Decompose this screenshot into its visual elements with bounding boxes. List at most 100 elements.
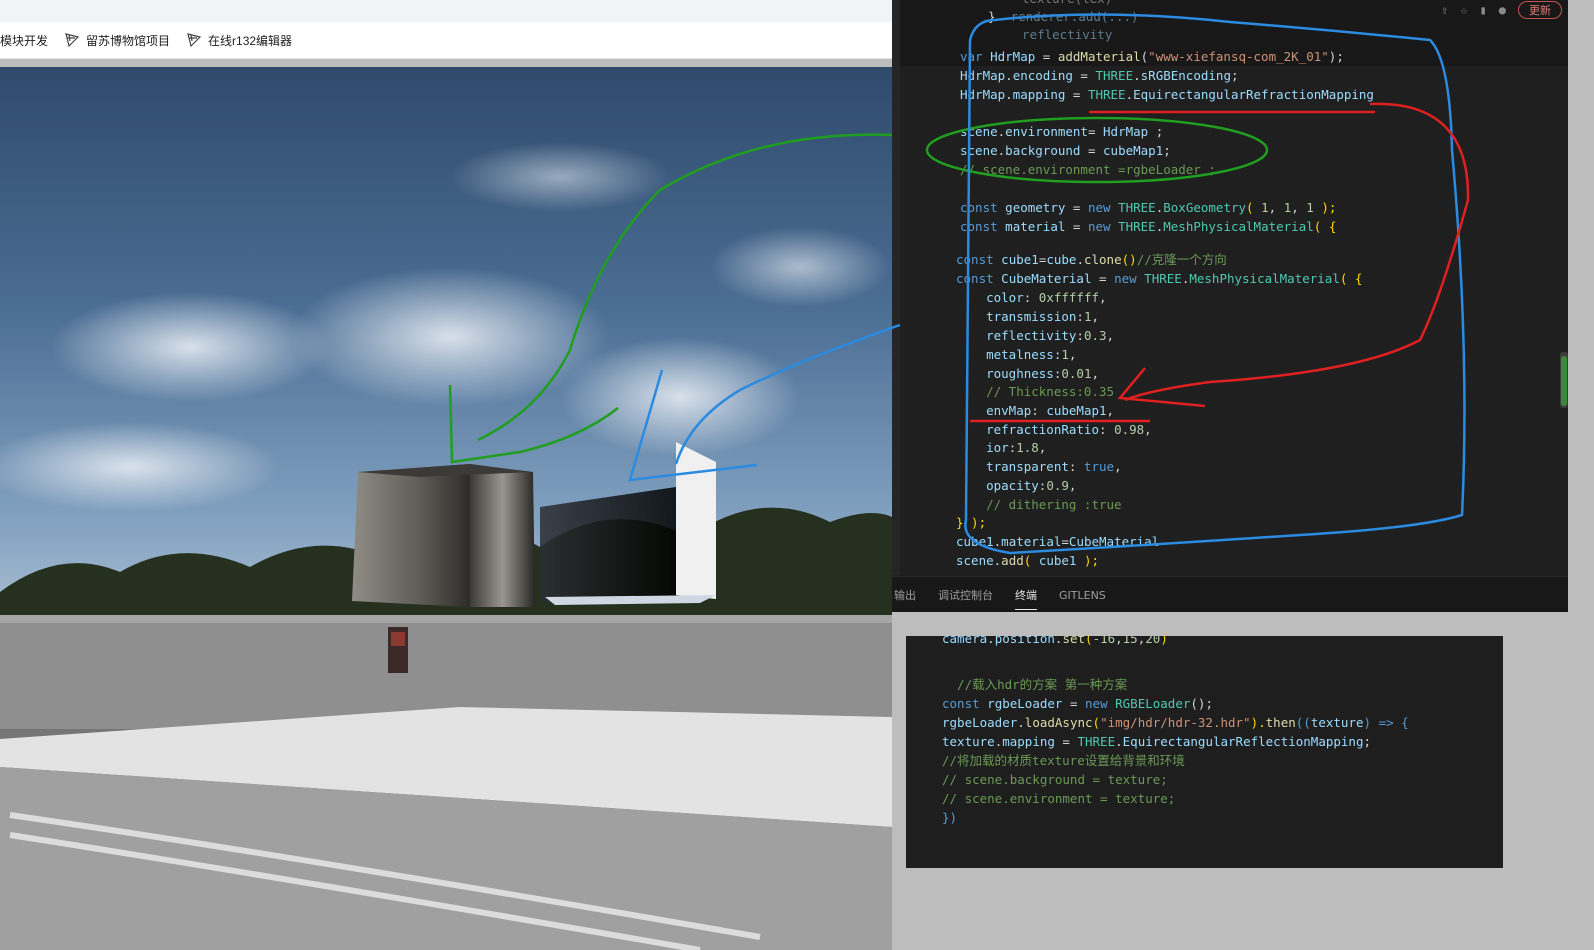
threejs-viewport[interactable]	[0, 67, 892, 950]
code-token: ((	[1295, 715, 1311, 730]
code-token: :	[1076, 328, 1084, 343]
code-token: 1.8	[1016, 440, 1039, 455]
code-token: cube	[1046, 252, 1077, 267]
code-token: =>	[1378, 715, 1394, 730]
code-token: ,	[1038, 440, 1047, 455]
code-token: =	[1035, 49, 1058, 64]
code-token: ;	[1163, 143, 1171, 158]
code-token: set	[1062, 636, 1086, 646]
code-token: reflectivity	[956, 328, 1077, 343]
share-icon[interactable]: ⇪	[1441, 3, 1448, 17]
code-token: ,	[1268, 200, 1284, 215]
code-token: ,	[1115, 636, 1123, 646]
code-token: HdrMap	[960, 68, 1006, 83]
tab-output[interactable]: 输出	[894, 581, 916, 609]
code-token: envMap	[956, 403, 1032, 418]
code-token: const	[942, 696, 980, 711]
code-token: );	[1328, 49, 1344, 64]
code-token: =	[1087, 124, 1104, 139]
code-token: var	[960, 49, 983, 64]
code-token: {	[1393, 715, 1409, 730]
code-token: =	[1080, 143, 1104, 158]
code-line: })	[942, 809, 957, 828]
code-line: const rgbeLoader = new RGBELoader();	[942, 695, 1213, 714]
update-button[interactable]: 更新	[1518, 1, 1562, 19]
code-token: cubeMap1	[1046, 403, 1107, 418]
code-line: texture.mapping = THREE.EquirectangularR…	[942, 733, 1371, 752]
code-token: background	[1005, 143, 1081, 158]
code-token: :	[1076, 309, 1084, 324]
tab-gitlens[interactable]: GITLENS	[1059, 583, 1106, 608]
code-line: reflectivity:0.3,	[956, 327, 1114, 346]
code-token: // scene.environment = texture;	[942, 791, 1176, 806]
code-line: // scene.background = texture;	[942, 771, 1168, 790]
code-line: // Thickness:0.35	[956, 383, 1114, 402]
bookmark-label: 留苏博物馆项目	[86, 33, 171, 48]
code-token: sRGBEncoding	[1140, 68, 1231, 83]
code-line: scene.add( cube1 );	[956, 552, 1099, 571]
code-token: .	[1005, 87, 1013, 102]
code-token: })	[942, 810, 958, 825]
bookmark-r132-editor[interactable]: 在线r132编辑器	[186, 32, 292, 49]
code-token: geometry	[1005, 200, 1066, 215]
code-line: camera.position.set(-16,15,20)	[942, 636, 1168, 649]
code-token: new	[1114, 271, 1137, 286]
scrollbar-thumb[interactable]	[1561, 356, 1567, 406]
code-token: 0.01	[1061, 366, 1092, 381]
code-line: HdrMap.encoding = THREE.sRGBEncoding;	[960, 67, 1239, 86]
code-token: =	[1065, 87, 1088, 102]
code-token: .	[1076, 252, 1084, 267]
bookmark-label: 在线r132编辑器	[208, 33, 293, 48]
threejs-logo-icon	[65, 33, 80, 48]
code-token: const	[956, 252, 994, 267]
code-token: const	[960, 219, 998, 234]
code-token: =	[1061, 534, 1069, 549]
code-token: refractionRatio	[956, 422, 1099, 437]
editor-gutter	[892, 0, 900, 575]
code-token: 0xffffff	[1038, 290, 1100, 305]
code-token: new	[1087, 200, 1111, 215]
code-token: then	[1265, 715, 1296, 730]
code-token: (	[1092, 715, 1101, 730]
code-token: texture	[1310, 715, 1364, 730]
account-icon[interactable]: ●	[1499, 3, 1506, 17]
code-token: ,	[1144, 422, 1152, 437]
code-token: // scene.background = texture;	[942, 772, 1168, 787]
code-line: } );	[956, 514, 986, 533]
code-token: rgbeLoader	[942, 715, 1018, 730]
code-token: .	[1115, 734, 1123, 749]
code-token: THREE	[1087, 87, 1126, 102]
code-token: transparent	[956, 459, 1069, 474]
code-token: HdrMap	[960, 87, 1006, 102]
code-token: 0.3	[1083, 328, 1107, 343]
code-token: 0.98	[1114, 422, 1145, 437]
code-token: transmission	[956, 309, 1077, 324]
code-token: :	[1099, 422, 1115, 437]
sidebar-toggle-icon[interactable]: ▮	[1480, 3, 1487, 17]
bookmark-museum-project[interactable]: 留苏博物馆项目	[64, 32, 170, 49]
code-token: ,	[1068, 478, 1077, 493]
code-token: ( {	[1339, 271, 1363, 286]
code-line: scene.environment= HdrMap ;	[960, 123, 1163, 142]
code-token: ,	[1106, 328, 1115, 343]
code-token: const	[960, 200, 998, 215]
code-token: );	[1076, 553, 1100, 568]
tab-debug-console[interactable]: 调试控制台	[938, 581, 993, 609]
code-line: cube1.material=CubeMaterial	[956, 533, 1159, 552]
bookmark-module-dev[interactable]: 模块开发	[0, 32, 48, 49]
tab-terminal[interactable]: 终端	[1015, 581, 1037, 610]
code-token: EquirectangularReflectionMapping	[1122, 734, 1364, 749]
code-token: RGBELoader	[1115, 696, 1191, 711]
star-icon[interactable]: ☆	[1460, 3, 1467, 17]
code-line: const CubeMaterial = new THREE.MeshPhysi…	[956, 270, 1362, 289]
code-token: rgbeLoader	[987, 696, 1063, 711]
code-line: // scene.environment = texture;	[942, 790, 1175, 809]
code-token: ( {	[1313, 219, 1337, 234]
code-token: .	[1005, 68, 1013, 83]
code-token: add	[1001, 553, 1024, 568]
code-token: ,	[1068, 347, 1077, 362]
code-token: =	[1062, 696, 1086, 711]
code-token: metalness	[956, 347, 1054, 362]
